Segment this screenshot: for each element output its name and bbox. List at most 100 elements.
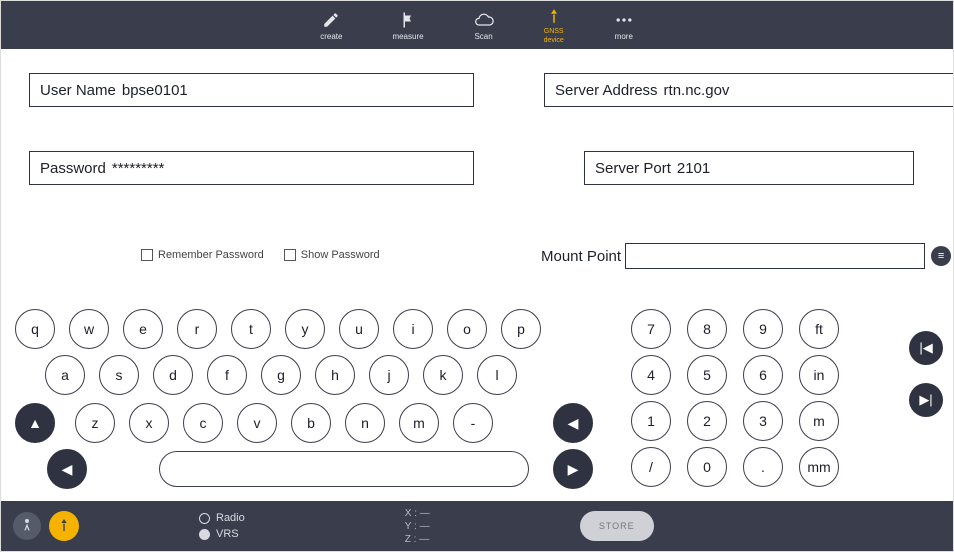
- coord-x: X : —: [405, 508, 430, 519]
- password-field[interactable]: Password *********: [29, 151, 474, 185]
- key-4[interactable]: 4: [631, 355, 671, 395]
- nav-scan-label: Scan: [474, 32, 492, 41]
- coord-y: Y : —: [405, 521, 430, 532]
- password-options: Remember Password Show Password: [141, 249, 380, 261]
- key-2[interactable]: 2: [687, 401, 727, 441]
- radio-option-radio[interactable]: Radio: [199, 512, 245, 524]
- coordinate-readout: X : — Y : — Z : —: [405, 508, 430, 545]
- top-nav: create measure Scan GNSS device more: [1, 1, 953, 49]
- nav-more[interactable]: more: [614, 10, 634, 41]
- key-v[interactable]: v: [237, 403, 277, 443]
- nav-create[interactable]: create: [320, 10, 342, 41]
- key-o[interactable]: o: [447, 309, 487, 349]
- pencil-icon: [321, 10, 341, 30]
- key-.[interactable]: .: [743, 447, 783, 487]
- dots-icon: [614, 10, 634, 30]
- person-icon: [19, 517, 35, 536]
- key-i[interactable]: i: [393, 309, 433, 349]
- key-a[interactable]: a: [45, 355, 85, 395]
- skip-back-icon: |◀: [919, 340, 932, 356]
- key-s[interactable]: s: [99, 355, 139, 395]
- nav-gnss[interactable]: GNSS device: [544, 6, 564, 44]
- key-8[interactable]: 8: [687, 309, 727, 349]
- key-z[interactable]: z: [75, 403, 115, 443]
- key-9[interactable]: 9: [743, 309, 783, 349]
- key-l[interactable]: l: [477, 355, 517, 395]
- radio-unchecked-icon: [199, 513, 210, 524]
- arrow-right-icon: ▶: [568, 461, 579, 478]
- username-field[interactable]: User Name bpse0101: [29, 73, 474, 107]
- server-address-value: rtn.nc.gov: [664, 82, 954, 99]
- show-password-checkbox[interactable]: Show Password: [284, 249, 380, 261]
- mount-point-row: Mount Point ≡: [541, 243, 951, 269]
- key-b[interactable]: b: [291, 403, 331, 443]
- on-screen-keyboard: ▲ ◀ ◀ ▶ qwertyuiopasdfghjklzxcvbnm-789ft…: [1, 305, 953, 493]
- page-prev-button[interactable]: |◀: [909, 331, 943, 365]
- nav-scan[interactable]: Scan: [474, 10, 494, 41]
- key-e[interactable]: e: [123, 309, 163, 349]
- key-k[interactable]: k: [423, 355, 463, 395]
- key-w[interactable]: w: [69, 309, 109, 349]
- key-c[interactable]: c: [183, 403, 223, 443]
- checkbox-icon: [141, 249, 153, 261]
- key-p[interactable]: p: [501, 309, 541, 349]
- key-n[interactable]: n: [345, 403, 385, 443]
- show-password-label: Show Password: [301, 249, 380, 261]
- cloud-icon: [474, 10, 494, 30]
- connection-form: User Name bpse0101 Server Address rtn.nc…: [1, 49, 953, 299]
- remember-password-checkbox[interactable]: Remember Password: [141, 249, 264, 261]
- key-1[interactable]: 1: [631, 401, 671, 441]
- cursor-right-key[interactable]: ▶: [553, 449, 593, 489]
- nav-more-label: more: [615, 32, 633, 41]
- key-/[interactable]: /: [631, 447, 671, 487]
- page-next-button[interactable]: ▶|: [909, 383, 943, 417]
- store-label: STORE: [599, 521, 635, 531]
- shift-key[interactable]: ▲: [15, 403, 55, 443]
- arrow-up-icon: ▲: [28, 415, 42, 431]
- store-button[interactable]: STORE: [580, 511, 654, 541]
- key-x[interactable]: x: [129, 403, 169, 443]
- space-key[interactable]: [159, 451, 529, 487]
- server-address-field[interactable]: Server Address rtn.nc.gov: [544, 73, 954, 107]
- key-d[interactable]: d: [153, 355, 193, 395]
- key-in[interactable]: in: [799, 355, 839, 395]
- server-port-field[interactable]: Server Port 2101: [584, 151, 914, 185]
- key-q[interactable]: q: [15, 309, 55, 349]
- key-y[interactable]: y: [285, 309, 325, 349]
- username-label: User Name: [40, 82, 116, 99]
- key-5[interactable]: 5: [687, 355, 727, 395]
- key-m[interactable]: m: [399, 403, 439, 443]
- nav-measure[interactable]: measure: [392, 10, 423, 41]
- server-port-label: Server Port: [595, 160, 671, 177]
- gnss-status-button[interactable]: [49, 511, 79, 541]
- nav-gnss-label: GNSS: [544, 28, 564, 35]
- key-mm[interactable]: mm: [799, 447, 839, 487]
- key-6[interactable]: 6: [743, 355, 783, 395]
- backspace-key[interactable]: ◀: [553, 403, 593, 443]
- key-t[interactable]: t: [231, 309, 271, 349]
- mount-point-fetch-button[interactable]: ≡: [931, 246, 951, 266]
- key-m[interactable]: m: [799, 401, 839, 441]
- remember-password-label: Remember Password: [158, 249, 264, 261]
- key-0[interactable]: 0: [687, 447, 727, 487]
- arrow-left-icon: ◀: [62, 461, 73, 478]
- cursor-left-key[interactable]: ◀: [47, 449, 87, 489]
- status-bar: Radio VRS X : — Y : — Z : — STORE: [1, 501, 953, 551]
- key-r[interactable]: r: [177, 309, 217, 349]
- key--[interactable]: -: [453, 403, 493, 443]
- key-g[interactable]: g: [261, 355, 301, 395]
- key-f[interactable]: f: [207, 355, 247, 395]
- key-ft[interactable]: ft: [799, 309, 839, 349]
- key-j[interactable]: j: [369, 355, 409, 395]
- key-h[interactable]: h: [315, 355, 355, 395]
- key-7[interactable]: 7: [631, 309, 671, 349]
- mount-point-input[interactable]: [625, 243, 925, 269]
- key-u[interactable]: u: [339, 309, 379, 349]
- server-port-value: 2101: [677, 160, 903, 177]
- pole-height-button[interactable]: [13, 512, 41, 540]
- radio-option-vrs[interactable]: VRS: [199, 528, 245, 540]
- skip-forward-icon: ▶|: [919, 392, 932, 408]
- correction-mode-radios: Radio VRS: [199, 512, 245, 540]
- nav-measure-label: measure: [392, 32, 423, 41]
- key-3[interactable]: 3: [743, 401, 783, 441]
